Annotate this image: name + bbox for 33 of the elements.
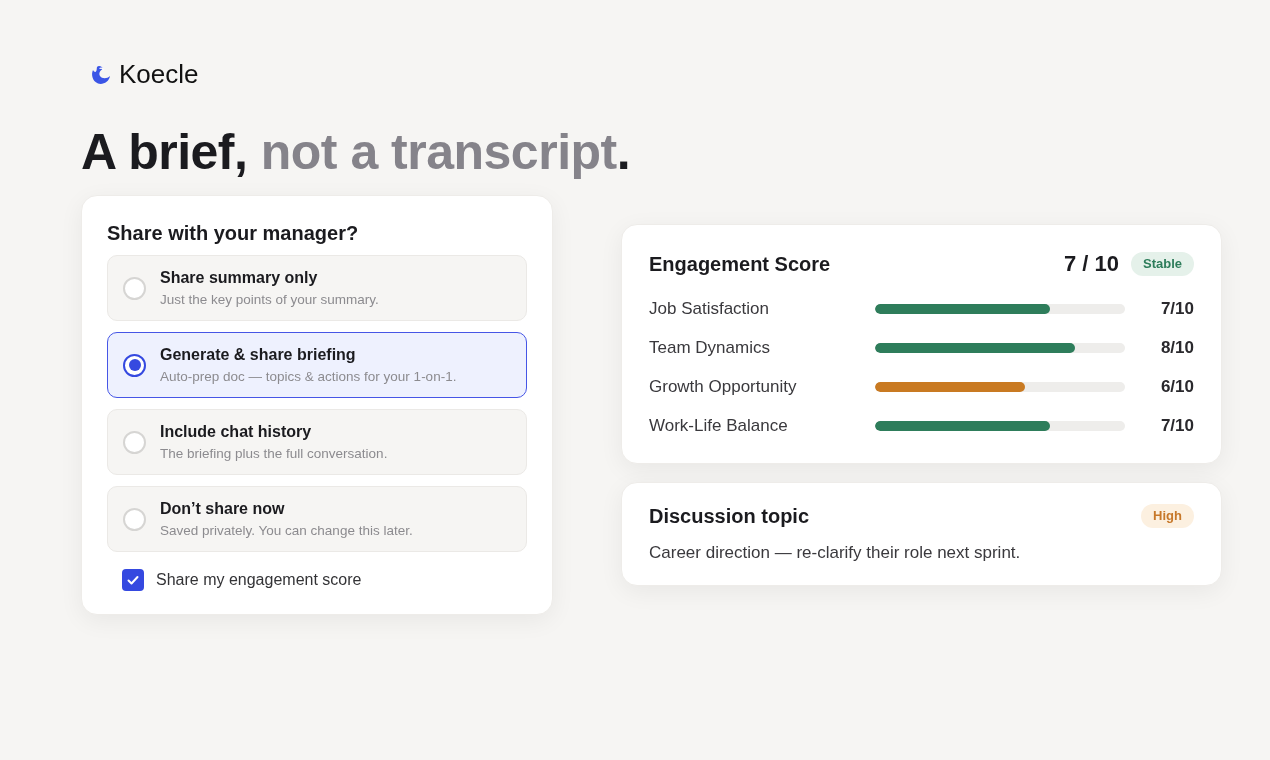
checkbox-label: Share my engagement score — [156, 570, 362, 590]
option-description: Auto-prep doc — topics & actions for your 1-on-1. — [160, 367, 457, 386]
card-title: Engagement Score — [649, 252, 831, 277]
option-card[interactable]: Share summary only Just the key points of your summary. — [107, 255, 527, 321]
metric-score: 8/10 — [1159, 336, 1194, 359]
checkbox[interactable] — [122, 569, 144, 591]
headline: A brief, not a transcript. — [81, 125, 631, 180]
status-badge: High — [1141, 504, 1194, 528]
card-title: Share with your manager? — [107, 221, 360, 246]
card-title: Discussion topic — [649, 504, 810, 529]
brand-name: Koecle — [119, 61, 199, 87]
metric-label: Work-Life Balance — [649, 414, 789, 437]
option-description: Just the key points of your summary. — [160, 290, 379, 309]
status-badge: Stable — [1131, 252, 1194, 276]
radio-button[interactable] — [123, 353, 146, 377]
metric-label: Job Satisfaction — [649, 297, 770, 320]
metric-score: 7/10 — [1159, 297, 1194, 320]
metric-label: Growth Opportunity — [649, 375, 798, 398]
option-description: The briefing plus the full conversation. — [160, 444, 388, 463]
option-description: Saved privately. You can change this later. — [160, 521, 413, 540]
option-title: Include chat history — [160, 421, 313, 442]
metric-label: Team Dynamics — [649, 336, 771, 359]
option-card[interactable]: Generate & share briefing Auto-prep doc — topics & actions for your 1-on-1. — [107, 332, 527, 398]
option-title: Don’t share now — [160, 498, 286, 519]
option-title: Share summary only — [160, 267, 319, 288]
option-title: Generate & share briefing — [160, 344, 357, 365]
option-card[interactable]: Don’t share now Saved privately. You can change this later. — [107, 486, 527, 552]
logo-icon — [90, 63, 111, 85]
metric-score: 6/10 — [1159, 375, 1194, 398]
option-card[interactable]: Include chat history The briefing plus the full conversation. — [107, 409, 527, 475]
topic-text: Career direction — re-clarify their role next sprint. — [649, 542, 1022, 564]
metric-score: 7/10 — [1159, 414, 1194, 437]
score-value: 7 / 10 — [1063, 251, 1119, 277]
